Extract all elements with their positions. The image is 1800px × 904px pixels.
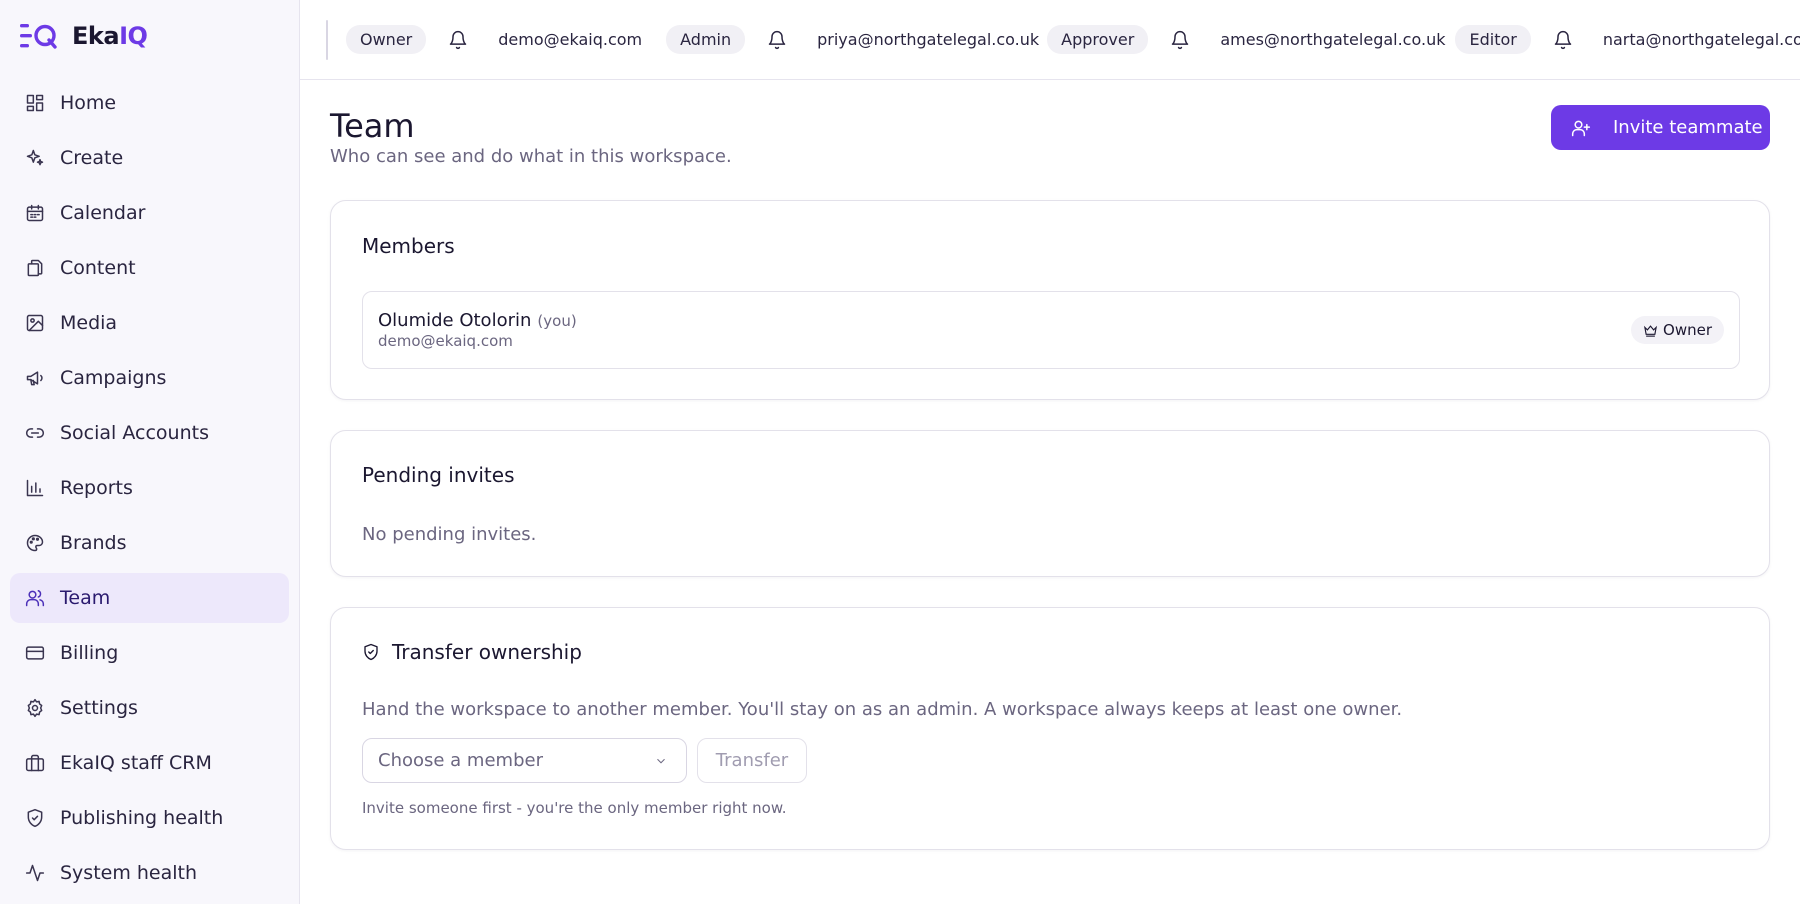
palette-icon xyxy=(25,533,45,553)
app-logo[interactable]: EkaIQ xyxy=(20,22,148,50)
topbar: gate gate Owner demo@ekaiq.com Admin pri… xyxy=(300,0,1800,80)
sidebar-item-media[interactable]: Media xyxy=(10,298,289,348)
sidebar-item-label: System health xyxy=(60,862,198,884)
pending-invites-card: Pending invites No pending invites. xyxy=(330,430,1770,577)
megaphone-icon xyxy=(25,368,45,388)
sidebar-item-campaigns[interactable]: Campaigns xyxy=(10,353,289,403)
transfer-button[interactable]: Transfer xyxy=(697,738,807,783)
account-email-priya[interactable]: priya@northgatelegal.co.uk xyxy=(817,30,1039,49)
sidebar-nav: Home Create Calendar Content Media Campa… xyxy=(10,78,289,903)
sidebar-item-calendar[interactable]: Calendar xyxy=(10,188,289,238)
app-name: EkaIQ xyxy=(72,22,148,50)
member-select[interactable]: Choose a member xyxy=(362,738,687,783)
sidebar-item-label: Home xyxy=(60,92,117,114)
calendar-icon xyxy=(25,203,45,223)
sidebar-item-label: Media xyxy=(60,312,118,334)
sidebar: EkaIQ Home Create Calendar Content Media… xyxy=(0,0,300,904)
invite-teammate-button[interactable]: Invite teammate xyxy=(1551,105,1770,150)
briefcase-icon xyxy=(25,753,45,773)
pending-invites-empty: No pending invites. xyxy=(362,524,537,545)
sparkle-icon xyxy=(25,148,45,168)
account-email-james[interactable]: ames@northgatelegal.co.uk xyxy=(1220,30,1445,49)
sidebar-item-label: Calendar xyxy=(60,202,146,224)
members-title: Members xyxy=(362,234,455,258)
sidebar-item-home[interactable]: Home xyxy=(10,78,289,128)
member-you-label: (you) xyxy=(537,312,577,330)
bell-icon[interactable] xyxy=(1170,29,1190,51)
member-row: Olumide Otolorin (you) demo@ekaiq.com Own… xyxy=(362,291,1740,369)
sidebar-item-social-accounts[interactable]: Social Accounts xyxy=(10,408,289,458)
sidebar-item-reports[interactable]: Reports xyxy=(10,463,289,513)
crown-icon xyxy=(1644,324,1658,337)
files-icon xyxy=(25,258,45,278)
sidebar-item-label: Content xyxy=(60,257,136,279)
workspace-switcher[interactable]: gate xyxy=(326,19,328,60)
account-email-marta[interactable]: narta@northgatelegal.co.uk xyxy=(1603,30,1800,49)
transfer-header: Transfer ownership xyxy=(362,640,582,664)
shield-check-icon xyxy=(25,808,45,828)
bell-icon[interactable] xyxy=(448,29,468,51)
sidebar-item-label: EkaIQ staff CRM xyxy=(60,752,212,774)
members-card: Members Olumide Otolorin (you) demo@ekaiq… xyxy=(330,200,1770,400)
activity-icon xyxy=(25,863,45,883)
sidebar-item-label: Publishing health xyxy=(60,807,224,829)
role-badge-approver: Approver xyxy=(1047,25,1149,54)
member-email: demo@ekaiq.com xyxy=(378,332,513,350)
shield-check-icon xyxy=(364,643,378,661)
transfer-ownership-card: Transfer ownership Hand the workspace to… xyxy=(330,607,1770,850)
invite-teammate-label: Invite teammate xyxy=(1613,117,1763,138)
sidebar-item-publishing-health[interactable]: Publishing health xyxy=(10,793,289,843)
users-icon xyxy=(25,588,45,608)
sidebar-item-staff-crm[interactable]: EkaIQ staff CRM xyxy=(10,738,289,788)
bell-icon[interactable] xyxy=(1553,29,1573,51)
sidebar-item-label: Settings xyxy=(60,697,138,719)
page-title: Team xyxy=(330,107,415,145)
home-grid-icon xyxy=(25,93,45,113)
account-email-demo[interactable]: demo@ekaiq.com xyxy=(498,30,642,49)
bell-icon[interactable] xyxy=(767,29,787,51)
image-icon xyxy=(25,313,45,333)
transfer-description: Hand the workspace to another member. Yo… xyxy=(362,699,1403,720)
transfer-hint: Invite someone first - you're the only m… xyxy=(362,799,787,817)
transfer-title: Transfer ownership xyxy=(392,640,582,664)
sidebar-item-label: Create xyxy=(60,147,124,169)
bar-chart-icon xyxy=(25,478,45,498)
member-role-badge: Owner xyxy=(1631,316,1724,344)
link-icon xyxy=(25,423,45,443)
pending-invites-title: Pending invites xyxy=(362,463,515,487)
page-subtitle: Who can see and do what in this workspac… xyxy=(330,146,732,167)
chevron-down-icon xyxy=(657,758,665,764)
sidebar-item-label: Campaigns xyxy=(60,367,167,389)
member-name: Olumide Otolorin (you) xyxy=(378,310,577,331)
role-badge-admin: Admin xyxy=(666,25,746,54)
sidebar-item-brands[interactable]: Brands xyxy=(10,518,289,568)
sidebar-item-content[interactable]: Content xyxy=(10,243,289,293)
sidebar-item-label: Team xyxy=(60,587,111,609)
sidebar-item-team[interactable]: Team xyxy=(10,573,289,623)
sidebar-item-create[interactable]: Create xyxy=(10,133,289,183)
credit-card-icon xyxy=(25,643,45,663)
gear-icon xyxy=(25,698,45,718)
logo-mark-icon xyxy=(20,24,57,49)
sidebar-item-label: Billing xyxy=(60,642,119,664)
sidebar-item-label: Reports xyxy=(60,477,133,499)
user-plus-icon xyxy=(1571,120,1591,136)
sidebar-item-system-health[interactable]: System health xyxy=(10,848,289,898)
sidebar-item-billing[interactable]: Billing xyxy=(10,628,289,678)
sidebar-item-label: Social Accounts xyxy=(60,422,209,444)
sidebar-item-settings[interactable]: Settings xyxy=(10,683,289,733)
role-badge-editor: Editor xyxy=(1455,25,1531,54)
role-badge-owner: Owner xyxy=(346,25,427,54)
sidebar-item-label: Brands xyxy=(60,532,127,554)
